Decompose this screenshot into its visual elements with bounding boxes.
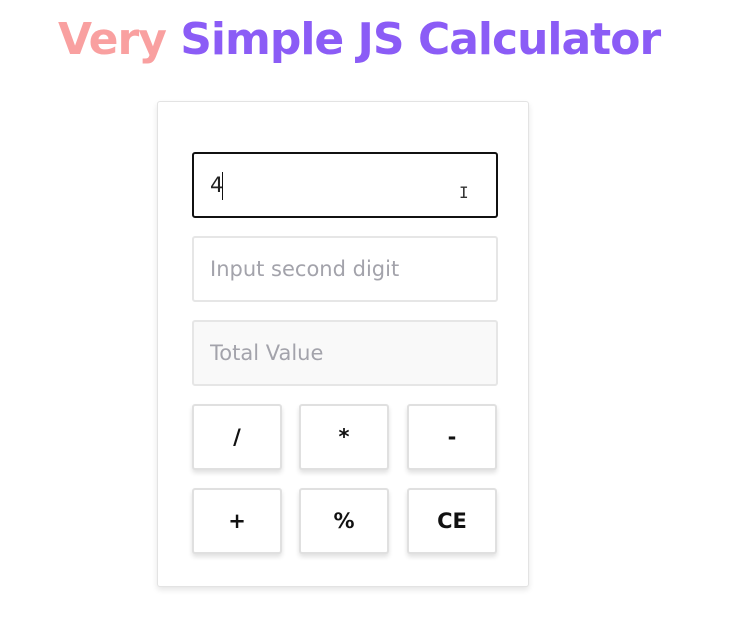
title-word-very: Very xyxy=(58,14,167,65)
text-cursor-icon: I xyxy=(459,183,469,202)
page-title: Very Simple JS Calculator xyxy=(58,14,661,66)
page: Very Simple JS Calculator I / * - + % CE xyxy=(0,0,750,644)
multiply-button[interactable]: * xyxy=(299,404,389,470)
text-caret xyxy=(222,172,223,200)
calculator-card: I / * - + % CE xyxy=(157,101,529,587)
title-word-rest: Simple JS Calculator xyxy=(180,14,661,65)
modulo-button[interactable]: % xyxy=(299,488,389,554)
subtract-button[interactable]: - xyxy=(407,404,497,470)
add-button[interactable]: + xyxy=(192,488,282,554)
second-digit-input[interactable] xyxy=(192,236,498,302)
first-digit-input[interactable] xyxy=(192,152,498,218)
clear-button[interactable]: CE xyxy=(407,488,497,554)
total-value-field[interactable] xyxy=(192,320,498,386)
divide-button[interactable]: / xyxy=(192,404,282,470)
